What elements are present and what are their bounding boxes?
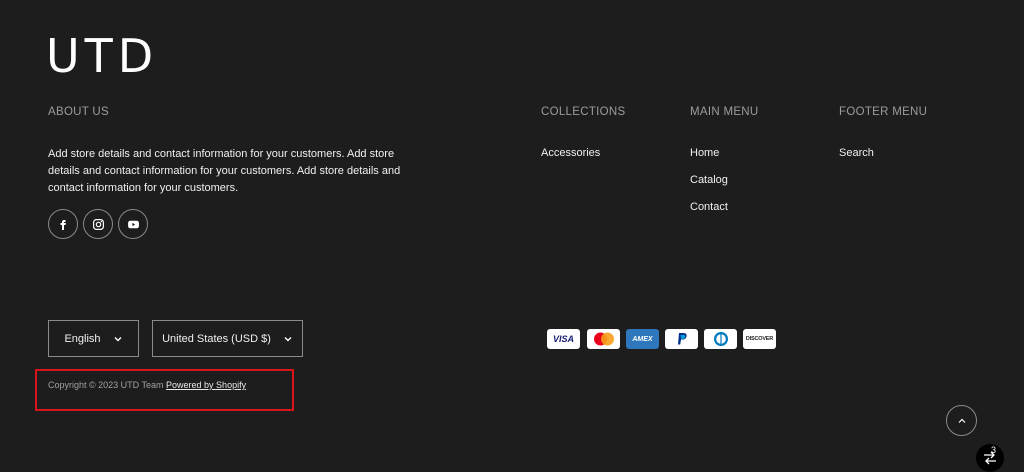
collections-link-accessories[interactable]: Accessories (541, 147, 600, 159)
discover-label: DISCOVER (745, 336, 774, 342)
language-value: English (64, 332, 101, 345)
about-heading: ABOUT US (48, 106, 109, 118)
diners-circle-icon (713, 332, 728, 346)
instagram-button[interactable] (83, 209, 113, 239)
mastercard-circles-icon (593, 332, 614, 346)
currency-selector[interactable]: United States (USD $) (152, 320, 303, 357)
youtube-icon (127, 220, 139, 228)
paypal-p-icon (677, 333, 687, 345)
widget-count: 3 (991, 445, 997, 455)
amex-label: AMEX (632, 335, 653, 343)
youtube-button[interactable] (118, 209, 148, 239)
diners-icon (704, 329, 737, 349)
facebook-button[interactable] (48, 209, 78, 239)
chevron-down-icon (284, 336, 292, 341)
instagram-icon (92, 218, 104, 230)
chevron-down-icon (114, 336, 122, 341)
collections-heading: COLLECTIONS (541, 106, 626, 118)
floating-widget-button[interactable]: 3 (976, 444, 1004, 472)
footer-link-search[interactable]: Search (839, 147, 874, 159)
paypal-icon (665, 329, 698, 349)
footer-menu-heading: FOOTER MENU (839, 106, 928, 118)
about-text: Add store details and contact informatio… (48, 148, 401, 194)
highlight-box (35, 369, 294, 411)
language-selector[interactable]: English (48, 320, 139, 357)
visa-label: VISA (552, 334, 574, 344)
discover-icon: DISCOVER (743, 329, 776, 349)
scroll-to-top-button[interactable] (946, 405, 977, 436)
chevron-up-icon (958, 418, 965, 423)
menu-link-contact[interactable]: Contact (690, 201, 728, 213)
menu-link-home[interactable]: Home (690, 147, 719, 159)
menu-link-catalog[interactable]: Catalog (690, 174, 728, 186)
mastercard-icon (587, 329, 620, 349)
visa-icon: VISA (547, 329, 580, 349)
amex-icon: AMEX (626, 329, 659, 349)
facebook-icon (60, 220, 66, 230)
store-logo[interactable]: UTD (46, 33, 158, 79)
currency-value: United States (USD $) (162, 332, 271, 345)
main-menu-heading: MAIN MENU (690, 106, 759, 118)
